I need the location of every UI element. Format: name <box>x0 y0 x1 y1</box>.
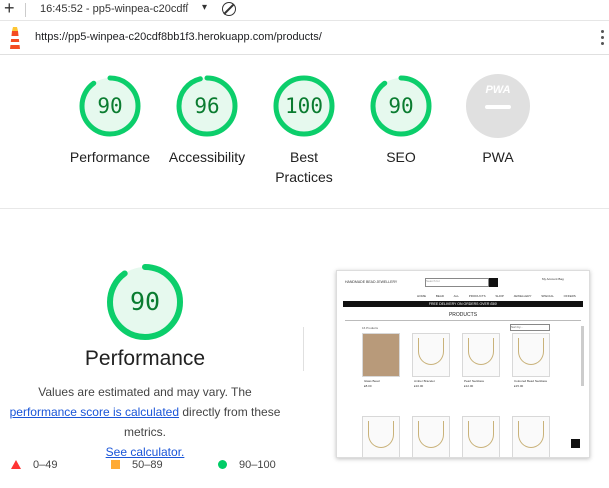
gauge-score: 90 <box>97 94 123 118</box>
thumb-search: Search for <box>425 278 489 287</box>
thumb-product-card <box>462 416 500 457</box>
thumb-product-card <box>412 333 450 377</box>
category-gauge-best-practices[interactable]: 100 Best Practices <box>251 74 357 187</box>
gauge-label: Accessibility <box>168 149 246 165</box>
final-screenshot[interactable]: HANDMADE BEAD JEWELLERY Search for My Ac… <box>336 270 590 458</box>
legend-fail-label: 0–49 <box>33 459 58 471</box>
thumb-product-card <box>512 333 550 377</box>
report-title: 16:45:52 - pp5-winpea-c20cdfẛ <box>40 3 188 15</box>
legend-pass: 90–100 <box>218 459 276 471</box>
category-gauge-performance[interactable]: 90 Performance <box>57 74 163 167</box>
thumb-item-price: £15.00 <box>514 384 524 388</box>
thumb-item-price: £10.00 <box>414 384 424 388</box>
thumb-sort: Sort by... <box>510 324 550 331</box>
thumb-product-card <box>512 416 550 457</box>
thumb-item-name: Coloured Bead Necklace <box>514 379 548 383</box>
gauge-ring: 100 <box>272 74 336 138</box>
more-options-icon[interactable] <box>601 30 604 48</box>
legend-average: 50–89 <box>111 459 163 471</box>
pwa-label: PWA <box>482 149 514 165</box>
category-gauge-seo[interactable]: 90 SEO <box>348 74 454 167</box>
gauge-label: Best Practices <box>275 149 333 185</box>
desc-text-1: Values are estimated and may vary. The <box>38 385 252 399</box>
pwa-category[interactable]: PWA PWA <box>465 74 531 167</box>
performance-gauge: 90 <box>105 262 185 342</box>
gauge-label: SEO <box>386 149 416 165</box>
thumb-search-icon <box>489 278 498 287</box>
legend-average-label: 50–89 <box>132 459 163 471</box>
thumb-item-name: Amber Bracelet <box>414 379 435 383</box>
thumb-item-name: Glass Bead <box>364 379 380 383</box>
gauge-score: 100 <box>285 94 323 118</box>
block-icon[interactable] <box>222 2 236 16</box>
url-bar: https://pp5-winpea-c20cdf8bb1f3.herokuap… <box>0 22 609 55</box>
legend-fail: 0–49 <box>11 459 57 471</box>
section-divider <box>0 208 609 209</box>
thumb-product-card <box>362 333 400 377</box>
performance-description: Values are estimated and may vary. The p… <box>5 382 285 462</box>
url-text[interactable]: https://pp5-winpea-c20cdf8bb1f3.herokuap… <box>35 31 322 43</box>
category-gauge-accessibility[interactable]: 96 Accessibility <box>154 74 260 167</box>
thumb-product-card <box>362 416 400 457</box>
score-calculated-link[interactable]: performance score is calculated <box>10 405 179 419</box>
new-tab-plus-icon[interactable]: + <box>4 0 15 19</box>
pwa-badge-icon: PWA <box>466 74 530 138</box>
thumb-item-price: £8.00 <box>364 384 372 388</box>
thumb-scrollbar <box>581 326 584 386</box>
gauge-ring: 96 <box>175 74 239 138</box>
thumb-account-icons: My Account Bag <box>542 277 564 281</box>
chevron-down-icon[interactable]: ▾ <box>202 2 207 13</box>
fail-triangle-icon <box>11 460 21 469</box>
thumb-rule <box>345 320 581 321</box>
top-bar: + 16:45:52 - pp5-winpea-c20cdfẛ ▾ <box>0 0 609 21</box>
vertical-divider <box>303 327 304 371</box>
performance-title: Performance <box>84 347 206 370</box>
pwa-badge-text: PWA <box>485 84 511 96</box>
gauge-ring: 90 <box>78 74 142 138</box>
thumb-count: 16 Products <box>362 326 379 330</box>
thumb-nav: HOME BEAD ALL PRODUCTS SHOP JEWELLERY SP… <box>417 294 576 298</box>
legend-pass-label: 90–100 <box>239 459 276 471</box>
thumb-heading: PRODUCTS <box>448 312 478 318</box>
thumb-brand: HANDMADE BEAD JEWELLERY <box>345 280 398 284</box>
gauge-score: 96 <box>194 94 220 118</box>
performance-score: 90 <box>129 287 161 316</box>
thumb-banner: FREE DELIVERY ON ORDERS OVER £50! <box>343 301 583 307</box>
gauge-score: 90 <box>388 94 414 118</box>
divider <box>25 3 26 17</box>
pass-circle-icon <box>218 460 227 469</box>
gauge-ring: 90 <box>369 74 433 138</box>
thumb-item-price: £12.00 <box>464 384 474 388</box>
thumb-item-name: Pearl Necklace <box>464 379 485 383</box>
thumb-product-card <box>462 333 500 377</box>
see-calculator-link[interactable]: See calculator. <box>106 445 185 459</box>
thumb-product-card <box>412 416 450 457</box>
gauge-label: Performance <box>69 149 151 165</box>
average-square-icon <box>111 460 120 469</box>
thumb-back-to-top-button <box>571 439 580 448</box>
lighthouse-icon <box>10 27 20 49</box>
